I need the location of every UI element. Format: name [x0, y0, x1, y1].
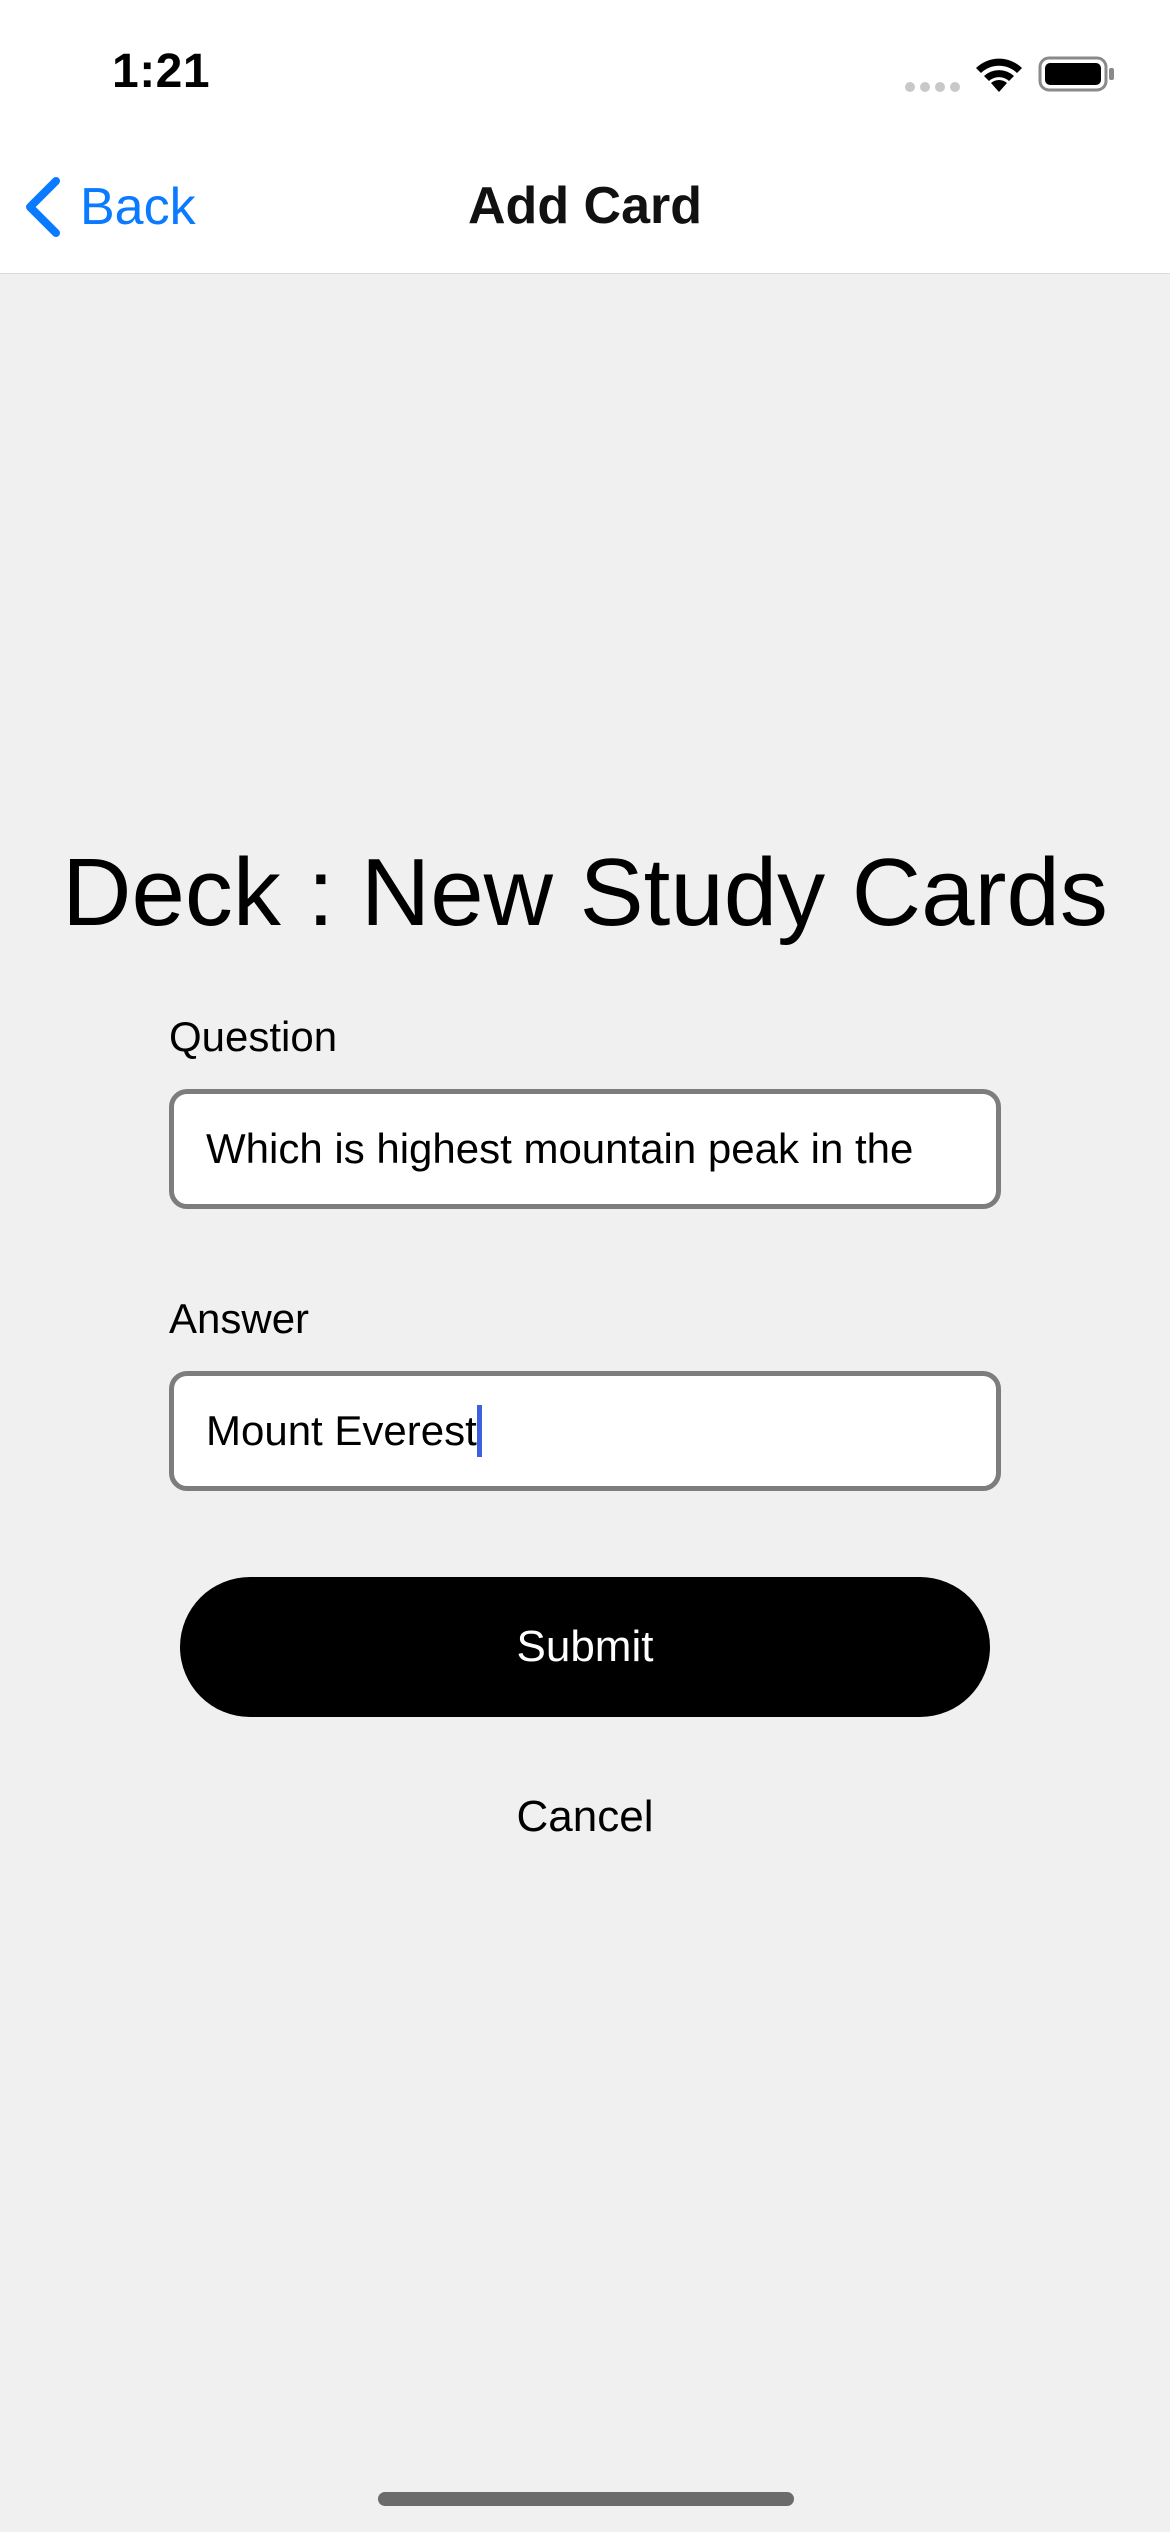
status-bar: 1:21: [0, 0, 1170, 140]
submit-label: Submit: [516, 1622, 654, 1671]
battery-icon: [1038, 56, 1114, 92]
text-caret: [476, 1405, 482, 1457]
wifi-icon: [976, 58, 1022, 92]
question-input-value: Which is highest mountain peak in the: [206, 1125, 914, 1172]
answer-input[interactable]: Mount Everest: [169, 1371, 1001, 1491]
answer-input-value: Mount Everest: [206, 1407, 477, 1454]
home-indicator[interactable]: [378, 2492, 794, 2506]
question-label: Question: [169, 1013, 338, 1060]
submit-button[interactable]: Submit: [180, 1577, 990, 1717]
answer-label: Answer: [169, 1295, 310, 1342]
status-time: 1:21: [112, 45, 211, 98]
deck-title: Deck : New Study Cards: [62, 839, 1108, 946]
navigation-bar: Back Add Card: [0, 140, 1170, 274]
cellular-signal-icon: [905, 82, 960, 92]
page-title: Add Card: [468, 177, 702, 235]
question-input[interactable]: Which is highest mountain peak in the: [169, 1089, 1001, 1209]
cancel-button[interactable]: Cancel: [0, 1792, 1170, 1842]
